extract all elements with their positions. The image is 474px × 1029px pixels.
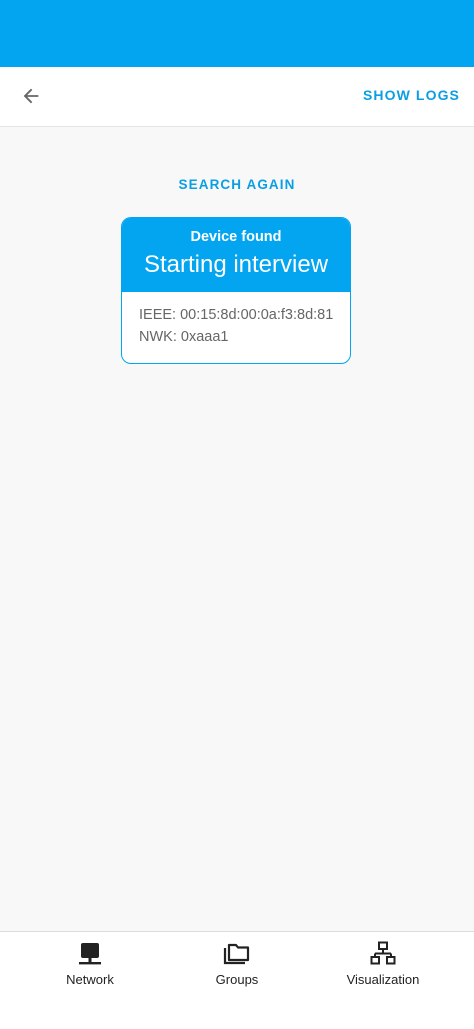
arrow-back-icon xyxy=(23,88,39,104)
network-icon xyxy=(79,943,101,965)
status-bar xyxy=(0,0,474,67)
search-again-button[interactable]: SEARCH AGAIN xyxy=(0,177,474,192)
bottom-navigation: Network Groups Visualization xyxy=(0,931,474,1029)
nav-label-visualization: Visualization xyxy=(346,972,420,987)
device-ieee-address: IEEE: 00:15:8d:00:0a:f3:8d:81 xyxy=(139,307,334,323)
device-card-body: IEEE: 00:15:8d:00:0a:f3:8d:81 NWK: 0xaaa… xyxy=(122,292,350,348)
nav-item-groups[interactable]: Groups xyxy=(167,940,307,987)
app-screen: SHOW LOGS SEARCH AGAIN Device found Star… xyxy=(0,0,474,1029)
groups-icon xyxy=(223,943,250,965)
device-card: Device found Starting interview IEEE: 00… xyxy=(121,217,351,364)
nav-label-network: Network xyxy=(66,972,114,987)
show-logs-button[interactable]: SHOW LOGS xyxy=(363,87,460,103)
device-card-status: Starting interview xyxy=(143,251,329,278)
main-content: SEARCH AGAIN Device found Starting inter… xyxy=(0,127,474,931)
nav-item-network[interactable]: Network xyxy=(20,940,160,987)
visualization-icon xyxy=(370,941,396,965)
device-card-header: Device found Starting interview xyxy=(122,218,350,292)
device-card-title: Device found xyxy=(190,229,282,245)
top-app-bar: SHOW LOGS xyxy=(0,67,474,127)
nav-label-groups: Groups xyxy=(215,972,259,987)
back-button[interactable] xyxy=(14,79,48,113)
nav-item-visualization[interactable]: Visualization xyxy=(313,940,453,987)
device-nwk-address: NWK: 0xaaa1 xyxy=(139,329,229,345)
